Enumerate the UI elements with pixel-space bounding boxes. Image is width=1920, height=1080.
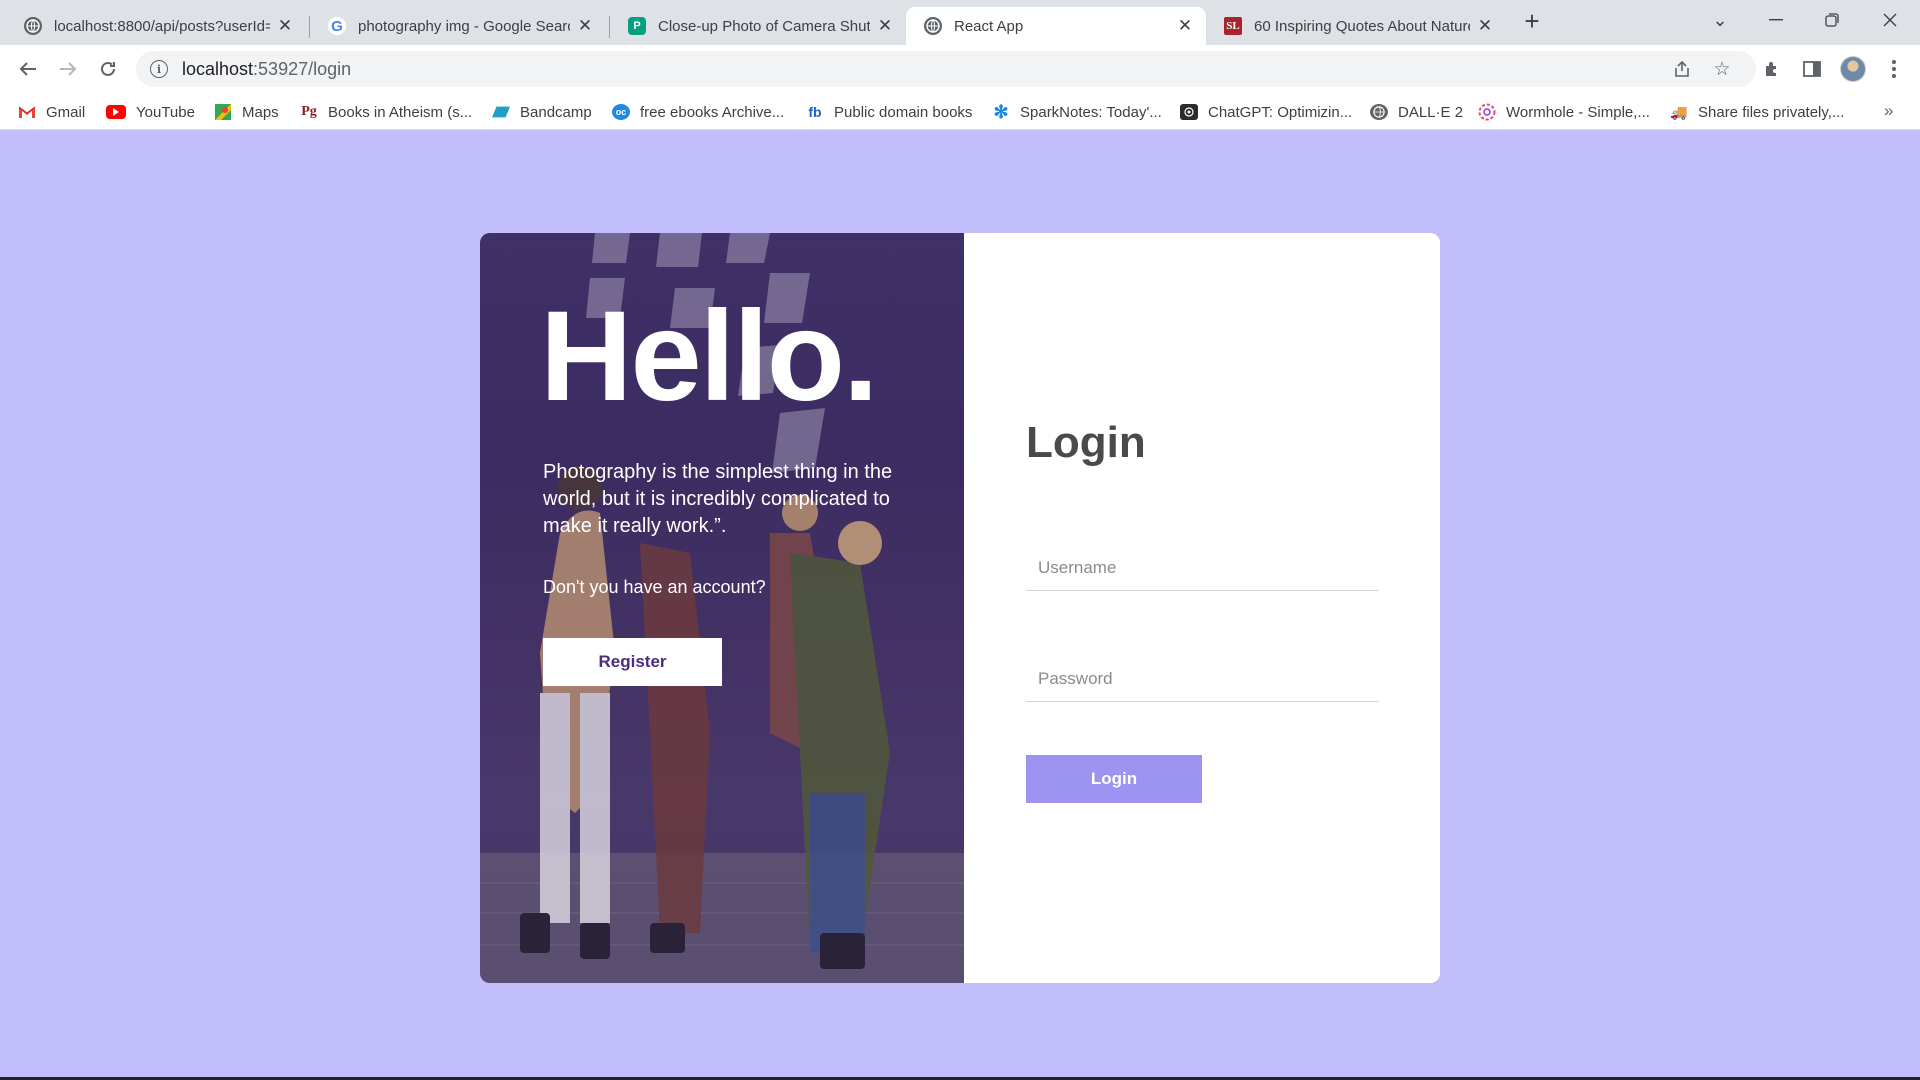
bookmark-label: Maps [242, 103, 279, 121]
pg-icon: Pg [301, 104, 317, 119]
close-icon[interactable]: ✕ [1476, 16, 1494, 36]
bookmark-dalle[interactable]: DALL·E 2 [1370, 101, 1463, 123]
bookmark-label: ChatGPT: Optimizin... [1208, 103, 1353, 121]
bookmark-pg-books[interactable]: Pg Books in Atheism (s... [300, 101, 472, 123]
bookmark-label: Wormhole - Simple,... [1506, 103, 1650, 121]
bookmark-chatgpt[interactable]: ChatGPT: Optimizin... [1180, 101, 1352, 123]
hero-title: Hello. [540, 285, 878, 428]
chatgpt-icon [1180, 104, 1198, 120]
tab-pexels[interactable]: P Close-up Photo of Camera Shutter ✕ [610, 7, 906, 45]
bookmark-label: Bandcamp [520, 103, 592, 121]
bookmark-label: Gmail [46, 103, 86, 121]
globe-icon [24, 17, 42, 35]
site-info-icon[interactable]: i [150, 60, 168, 78]
bandcamp-icon [492, 104, 510, 120]
share-files-icon: 🚚 [1670, 103, 1688, 120]
bookmark-label: Share files privately,... [1698, 103, 1845, 121]
sparknotes-icon: ✻ [993, 101, 1009, 122]
bookmark-label: DALL·E 2 [1398, 103, 1464, 121]
more-bookmarks-icon[interactable]: » [1884, 101, 1893, 121]
tab-title: Close-up Photo of Camera Shutter [658, 17, 870, 35]
tab-title: photography img - Google Search [358, 17, 570, 35]
close-icon[interactable]: ✕ [876, 16, 894, 36]
oc-icon: oc [612, 104, 630, 120]
address-url: localhost:53927/login [182, 59, 351, 80]
bookmark-label: Books in Atheism (s... [328, 103, 473, 121]
browser-toolbar: i localhost:53927/login ☆ [0, 45, 1920, 93]
forward-button[interactable] [52, 53, 84, 85]
close-icon[interactable]: ✕ [276, 16, 294, 36]
bookmarks-bar: Gmail YouTube Maps Pg Books in Atheism (… [0, 93, 1920, 130]
login-button[interactable]: Login [1026, 755, 1202, 803]
tab-title: 60 Inspiring Quotes About Nature [1254, 17, 1470, 35]
bookmark-bandcamp[interactable]: Bandcamp [492, 101, 592, 123]
register-button[interactable]: Register [543, 638, 722, 686]
bookmark-sparknotes[interactable]: ✻ SparkNotes: Today'... [992, 101, 1162, 123]
login-panel: Login Login [964, 233, 1440, 983]
gmail-icon [18, 104, 36, 120]
tab-api-posts[interactable]: localhost:8800/api/posts?userId= ✕ [6, 7, 306, 45]
tab-quotes[interactable]: SL 60 Inspiring Quotes About Nature ✕ [1206, 7, 1506, 45]
bookmark-maps[interactable]: Maps [214, 101, 279, 123]
tab-search-icon[interactable]: ⌄ [1698, 4, 1742, 36]
tab-title: React App [954, 17, 1024, 35]
bookmark-wormhole[interactable]: Wormhole - Simple,... [1478, 101, 1650, 123]
address-bar[interactable]: i localhost:53927/login [136, 51, 1756, 87]
pexels-icon: P [628, 17, 646, 35]
close-icon[interactable]: ✕ [1176, 16, 1194, 36]
new-tab-button[interactable]: + [1518, 8, 1546, 36]
password-input[interactable] [1026, 656, 1379, 702]
tab-strip: localhost:8800/api/posts?userId= ✕ G pho… [0, 0, 1920, 45]
bookmark-star-icon[interactable]: ☆ [1710, 57, 1734, 81]
maps-icon [214, 104, 232, 120]
globe-icon [1370, 104, 1388, 120]
bookmark-gmail[interactable]: Gmail [18, 101, 85, 123]
bookmark-label: Public domain books [834, 103, 973, 121]
back-button[interactable] [12, 53, 44, 85]
close-icon[interactable]: ✕ [576, 16, 594, 36]
hero-panel: Hello. Photography is the simplest thing… [480, 233, 964, 983]
globe-icon [924, 17, 942, 35]
tab-title: localhost:8800/api/posts?userId= [54, 17, 270, 35]
wormhole-icon [1478, 103, 1496, 121]
profile-avatar[interactable] [1840, 56, 1866, 82]
reload-button[interactable] [92, 53, 124, 85]
bookmark-label: YouTube [136, 103, 195, 121]
url-host: localhost [182, 58, 254, 79]
restore-button[interactable] [1810, 4, 1854, 36]
youtube-icon [106, 105, 126, 119]
auth-card: Hello. Photography is the simplest thing… [480, 233, 1440, 983]
google-icon: G [328, 17, 346, 35]
share-icon[interactable] [1670, 57, 1694, 81]
close-window-button[interactable] [1868, 4, 1912, 36]
login-title: Login [1026, 418, 1146, 467]
sl-icon: SL [1224, 17, 1242, 35]
username-input[interactable] [1026, 545, 1379, 591]
bookmark-label: SparkNotes: Today'... [1020, 103, 1162, 121]
hero-quote: Photography is the simplest thing in the… [543, 461, 893, 537]
tab-react-app[interactable]: React App ✕ [906, 7, 1206, 45]
bookmark-share-files[interactable]: 🚚 Share files privately,... [1670, 101, 1844, 123]
url-path: :53927/login [253, 58, 352, 79]
side-panel-icon[interactable] [1800, 57, 1824, 81]
no-account-text: Don't you have an account? [543, 577, 766, 597]
bookmark-label: free ebooks Archive... [640, 103, 785, 121]
minimize-button[interactable] [1754, 4, 1798, 36]
extensions-icon[interactable] [1760, 57, 1784, 81]
browser-menu-icon[interactable] [1882, 57, 1906, 81]
bookmark-youtube[interactable]: YouTube [106, 101, 195, 123]
fb-icon: fb [808, 104, 822, 120]
tab-google-search[interactable]: G photography img - Google Search ✕ [310, 7, 606, 45]
bookmark-free-ebooks[interactable]: oc free ebooks Archive... [612, 101, 784, 123]
bookmark-public-domain[interactable]: fb Public domain books [806, 101, 972, 123]
